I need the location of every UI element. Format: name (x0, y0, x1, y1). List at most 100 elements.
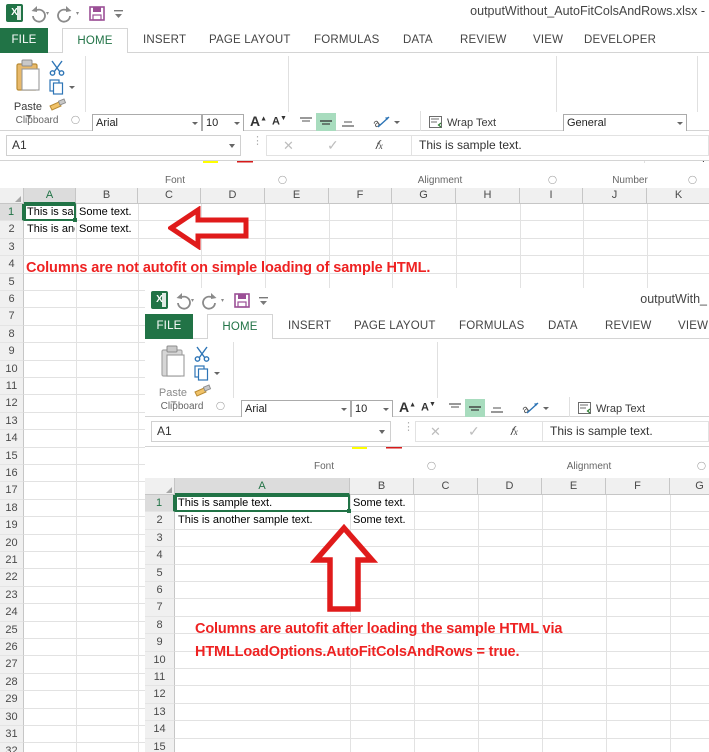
cell-B1[interactable]: Some text. (351, 496, 413, 511)
grow-font-icon[interactable]: A▲ (399, 399, 416, 415)
tab-formulas[interactable]: FORMULAS (450, 314, 534, 339)
orientation-dropdown-icon[interactable] (543, 407, 549, 410)
copy-icon[interactable] (193, 365, 211, 381)
copy-dropdown-icon[interactable] (214, 372, 220, 375)
formula-bar-grip[interactable]: ⋮ (403, 425, 414, 430)
tab-file[interactable]: FILE (0, 28, 48, 53)
column-header-e[interactable]: E (265, 188, 329, 204)
row-header-14[interactable]: 14 (145, 721, 175, 738)
name-box-outer[interactable]: A1 (6, 135, 241, 156)
insert-function-icon[interactable]: 𝑓x (375, 138, 383, 153)
copy-icon[interactable] (48, 79, 66, 95)
column-header-j[interactable]: J (583, 188, 647, 204)
clipboard-dialog-launcher[interactable]: ◯ (71, 115, 80, 124)
tab-review[interactable]: REVIEW (596, 314, 661, 339)
column-header-e[interactable]: E (542, 478, 606, 495)
tab-developer[interactable]: DEVELOPER (575, 28, 665, 53)
row-header-20[interactable]: 20 (0, 535, 24, 552)
row-header-31[interactable]: 31 (0, 726, 24, 743)
align-top-icon[interactable] (447, 401, 463, 415)
tab-data[interactable]: DATA (394, 28, 442, 53)
row-header-10[interactable]: 10 (145, 652, 175, 669)
row-header-16[interactable]: 16 (0, 465, 24, 482)
orientation-dropdown-icon[interactable] (394, 121, 400, 124)
customize-qat-icon[interactable] (111, 3, 127, 23)
tab-view[interactable]: VIEW (524, 28, 572, 53)
clipboard-dialog-launcher[interactable]: ◯ (216, 401, 225, 410)
row-header-5[interactable]: 5 (0, 274, 24, 291)
row-header-7[interactable]: 7 (145, 599, 175, 616)
font-dialog-launcher[interactable]: ◯ (427, 461, 436, 470)
row-header-6[interactable]: 6 (145, 582, 175, 599)
align-middle-icon[interactable] (465, 399, 485, 417)
row-header-5[interactable]: 5 (145, 565, 175, 582)
tab-file[interactable]: FILE (145, 314, 193, 339)
tab-insert[interactable]: INSERT (134, 28, 195, 53)
row-header-1[interactable]: 1 (0, 204, 24, 221)
tab-page-layout[interactable]: PAGE LAYOUT (345, 314, 445, 339)
row-header-2[interactable]: 2 (145, 512, 175, 529)
column-header-b[interactable]: B (76, 188, 138, 204)
column-header-i[interactable]: I (520, 188, 583, 204)
tab-data[interactable]: DATA (539, 314, 587, 339)
cancel-icon[interactable]: ✕ (430, 424, 441, 440)
wrap-text-icon[interactable] (577, 401, 593, 415)
format-painter-icon[interactable] (193, 383, 213, 399)
formula-input-outer[interactable]: This is sample text. (412, 135, 709, 156)
column-header-d[interactable]: D (478, 478, 542, 495)
font-dialog-launcher[interactable]: ◯ (278, 175, 287, 184)
tab-formulas[interactable]: FORMULAS (305, 28, 389, 53)
column-header-k[interactable]: K (647, 188, 709, 204)
cut-icon[interactable] (193, 345, 211, 362)
row-header-3[interactable]: 3 (0, 239, 24, 256)
row-header-3[interactable]: 3 (145, 530, 175, 547)
row-header-12[interactable]: 12 (145, 686, 175, 703)
tab-insert[interactable]: INSERT (279, 314, 340, 339)
spreadsheet-grid-inner[interactable]: ABCDEFG 123456789101112131415 This is sa… (145, 478, 709, 752)
select-all-corner[interactable] (0, 188, 24, 204)
align-bottom-icon[interactable] (340, 119, 356, 131)
column-header-g[interactable]: G (670, 478, 709, 495)
row-header-10[interactable]: 10 (0, 361, 24, 378)
row-header-18[interactable]: 18 (0, 500, 24, 517)
align-middle-icon[interactable] (316, 113, 336, 131)
cancel-icon[interactable]: ✕ (283, 138, 294, 154)
row-header-4[interactable]: 4 (145, 547, 175, 564)
number-dialog-launcher[interactable]: ◯ (688, 175, 697, 184)
enter-icon[interactable]: ✓ (327, 137, 339, 154)
tab-view[interactable]: VIEW (669, 314, 709, 339)
customize-qat-icon[interactable] (256, 290, 272, 310)
row-header-8[interactable]: 8 (0, 326, 24, 343)
column-header-a[interactable]: A (175, 478, 350, 495)
row-header-19[interactable]: 19 (0, 517, 24, 534)
row-header-9[interactable]: 9 (0, 343, 24, 360)
align-top-icon[interactable] (298, 115, 314, 129)
row-header-23[interactable]: 23 (0, 587, 24, 604)
column-header-h[interactable]: H (456, 188, 520, 204)
select-all-corner[interactable] (145, 478, 175, 495)
row-header-8[interactable]: 8 (145, 617, 175, 634)
row-header-13[interactable]: 13 (0, 413, 24, 430)
undo-icon[interactable] (27, 3, 53, 23)
shrink-font-icon[interactable]: A▼ (272, 115, 287, 128)
paste-button[interactable]: Paste (155, 344, 191, 399)
row-header-30[interactable]: 30 (0, 709, 24, 726)
cell-B1[interactable]: Some text. (77, 205, 137, 220)
format-painter-icon[interactable] (48, 97, 68, 113)
row-header-7[interactable]: 7 (0, 308, 24, 325)
row-header-1[interactable]: 1 (145, 495, 175, 512)
save-icon[interactable] (232, 290, 252, 310)
cell-A2[interactable]: This is another sample text. (25, 222, 75, 237)
row-header-28[interactable]: 28 (0, 674, 24, 691)
column-header-g[interactable]: G (392, 188, 456, 204)
shrink-font-icon[interactable]: A▼ (421, 401, 436, 414)
row-header-13[interactable]: 13 (145, 704, 175, 721)
row-header-21[interactable]: 21 (0, 552, 24, 569)
tab-home[interactable]: HOME (62, 28, 128, 54)
column-header-c[interactable]: C (414, 478, 478, 495)
row-header-32[interactable]: 32 (0, 743, 24, 752)
row-header-14[interactable]: 14 (0, 430, 24, 447)
column-header-f[interactable]: F (329, 188, 392, 204)
wrap-text-icon[interactable] (428, 115, 444, 129)
column-header-a[interactable]: A (24, 188, 76, 204)
